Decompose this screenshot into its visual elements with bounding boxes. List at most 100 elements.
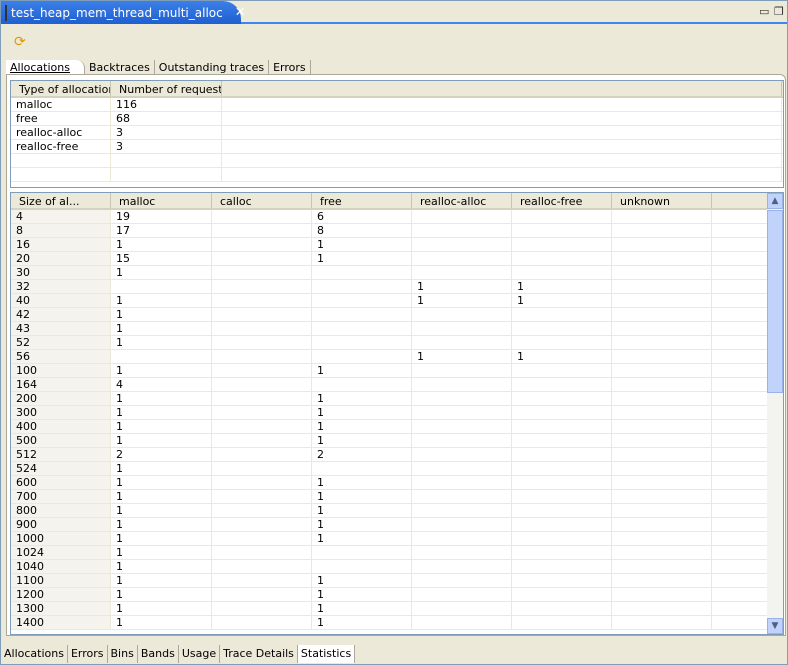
column-header[interactable]: Type of allocation [11, 81, 111, 96]
table-row[interactable]: realloc-alloc 3 [11, 126, 783, 140]
tab-errors[interactable]: Errors [68, 645, 108, 663]
table-cell: 1 [111, 266, 212, 279]
table-row[interactable]: 40 1 1 1 [11, 294, 783, 308]
scroll-up-icon[interactable]: ▲ [767, 193, 783, 209]
table-row[interactable]: 43 1 [11, 322, 783, 336]
table-cell: 4 [111, 378, 212, 391]
table-row[interactable]: 400 1 1 [11, 420, 783, 434]
column-header[interactable]: malloc [111, 193, 212, 208]
table-row[interactable]: 600 1 1 [11, 476, 783, 490]
tab-bins[interactable]: Bins [108, 645, 138, 663]
tab-bands[interactable]: Bands [138, 645, 179, 663]
table-header: Size of al... malloc calloc free realloc-all… [11, 193, 783, 210]
table-cell [712, 616, 772, 629]
refresh-button[interactable]: ⟳ [14, 34, 26, 50]
table-cell: 8 [11, 224, 111, 237]
table-cell [412, 602, 512, 615]
table-row[interactable]: 524 1 [11, 462, 783, 476]
column-header[interactable]: free [312, 193, 412, 208]
table-cell: 1 [312, 504, 412, 517]
tab-statistics[interactable]: Statistics [297, 645, 356, 663]
tab-errors[interactable]: Errors [269, 60, 311, 75]
table-row[interactable]: 1040 1 [11, 560, 783, 574]
column-header[interactable]: unknown [612, 193, 712, 208]
table-cell [612, 294, 712, 307]
table-cell [712, 210, 772, 223]
table-row[interactable] [11, 168, 783, 182]
tab-backtraces[interactable]: Backtraces [85, 60, 155, 75]
table-row[interactable]: 8 17 8 [11, 224, 783, 238]
vertical-scrollbar[interactable]: ▲ ▼ [767, 193, 783, 634]
table-cell [712, 532, 772, 545]
table-cell [512, 434, 612, 447]
table-cell: 2 [111, 448, 212, 461]
table-row[interactable]: 800 1 1 [11, 504, 783, 518]
column-header[interactable]: calloc [212, 193, 312, 208]
table-cell [212, 560, 312, 573]
table-cell: 700 [11, 490, 111, 503]
table-row[interactable]: 42 1 [11, 308, 783, 322]
column-header[interactable]: realloc-free [512, 193, 612, 208]
table-cell: 3 [111, 126, 222, 139]
table-row[interactable]: 30 1 [11, 266, 783, 280]
restore-icon[interactable]: ❐ [774, 5, 784, 18]
table-row[interactable] [11, 154, 783, 168]
tab-allocations[interactable]: Allocations [1, 645, 68, 663]
table-row[interactable]: 16 1 1 [11, 238, 783, 252]
tab-outstanding-traces[interactable]: Outstanding traces [155, 60, 270, 75]
scroll-thumb[interactable] [767, 210, 783, 393]
table-row[interactable]: 500 1 1 [11, 434, 783, 448]
table-row[interactable]: 1300 1 1 [11, 602, 783, 616]
table-cell: 1200 [11, 588, 111, 601]
table-cell [212, 504, 312, 517]
table-cell: 1 [512, 350, 612, 363]
table-cell: 32 [11, 280, 111, 293]
table-cell [512, 210, 612, 223]
table-row[interactable]: 1100 1 1 [11, 574, 783, 588]
table-cell: 1 [412, 350, 512, 363]
table-row[interactable]: 32 1 1 [11, 280, 783, 294]
table-row[interactable]: 300 1 1 [11, 406, 783, 420]
table-cell: 6 [312, 210, 412, 223]
table-row[interactable]: 164 4 [11, 378, 783, 392]
table-row[interactable]: malloc 116 [11, 98, 783, 112]
column-header[interactable]: realloc-alloc [412, 193, 512, 208]
table-row[interactable]: 200 1 1 [11, 392, 783, 406]
table-row[interactable]: 1200 1 1 [11, 588, 783, 602]
scroll-down-icon[interactable]: ▼ [767, 618, 783, 634]
tab-allocations[interactable]: Allocations [6, 60, 85, 75]
table-row[interactable]: 100 1 1 [11, 364, 783, 378]
table-cell [512, 518, 612, 531]
tab-usage[interactable]: Usage [179, 645, 221, 663]
table-row[interactable]: 700 1 1 [11, 490, 783, 504]
table-cell: 16 [11, 238, 111, 251]
table-row[interactable]: 1024 1 [11, 546, 783, 560]
table-row[interactable]: 4 19 6 [11, 210, 783, 224]
table-row[interactable]: 1400 1 1 [11, 616, 783, 630]
column-header[interactable]: Number of requests [111, 81, 222, 96]
table-cell: 800 [11, 504, 111, 517]
table-row[interactable]: 900 1 1 [11, 518, 783, 532]
table-cell: 1 [111, 602, 212, 615]
summary-table: Type of allocation Number of requests mall… [10, 80, 784, 188]
table-cell [312, 560, 412, 573]
table-cell [312, 350, 412, 363]
table-row[interactable]: 56 1 1 [11, 350, 783, 364]
tab-trace-details[interactable]: Trace Details [220, 645, 298, 663]
table-row[interactable]: 512 2 2 [11, 448, 783, 462]
table-row[interactable]: 20 15 1 [11, 252, 783, 266]
table-cell [512, 490, 612, 503]
minimize-icon[interactable]: ▭ [759, 5, 769, 18]
table-row[interactable]: 52 1 [11, 336, 783, 350]
column-header[interactable]: Size of al... [11, 193, 111, 208]
close-icon[interactable]: ✕ [235, 5, 246, 20]
editor-tab[interactable]: test_heap_mem_thread_multi_alloc ✕ [1, 1, 246, 24]
table-row[interactable]: 1000 1 1 [11, 532, 783, 546]
table-row[interactable]: realloc-free 3 [11, 140, 783, 154]
table-cell [212, 238, 312, 251]
table-cell [512, 238, 612, 251]
table-cell [512, 420, 612, 433]
table-cell: 19 [111, 210, 212, 223]
table-row[interactable]: free 68 [11, 112, 783, 126]
table-cell [712, 238, 772, 251]
